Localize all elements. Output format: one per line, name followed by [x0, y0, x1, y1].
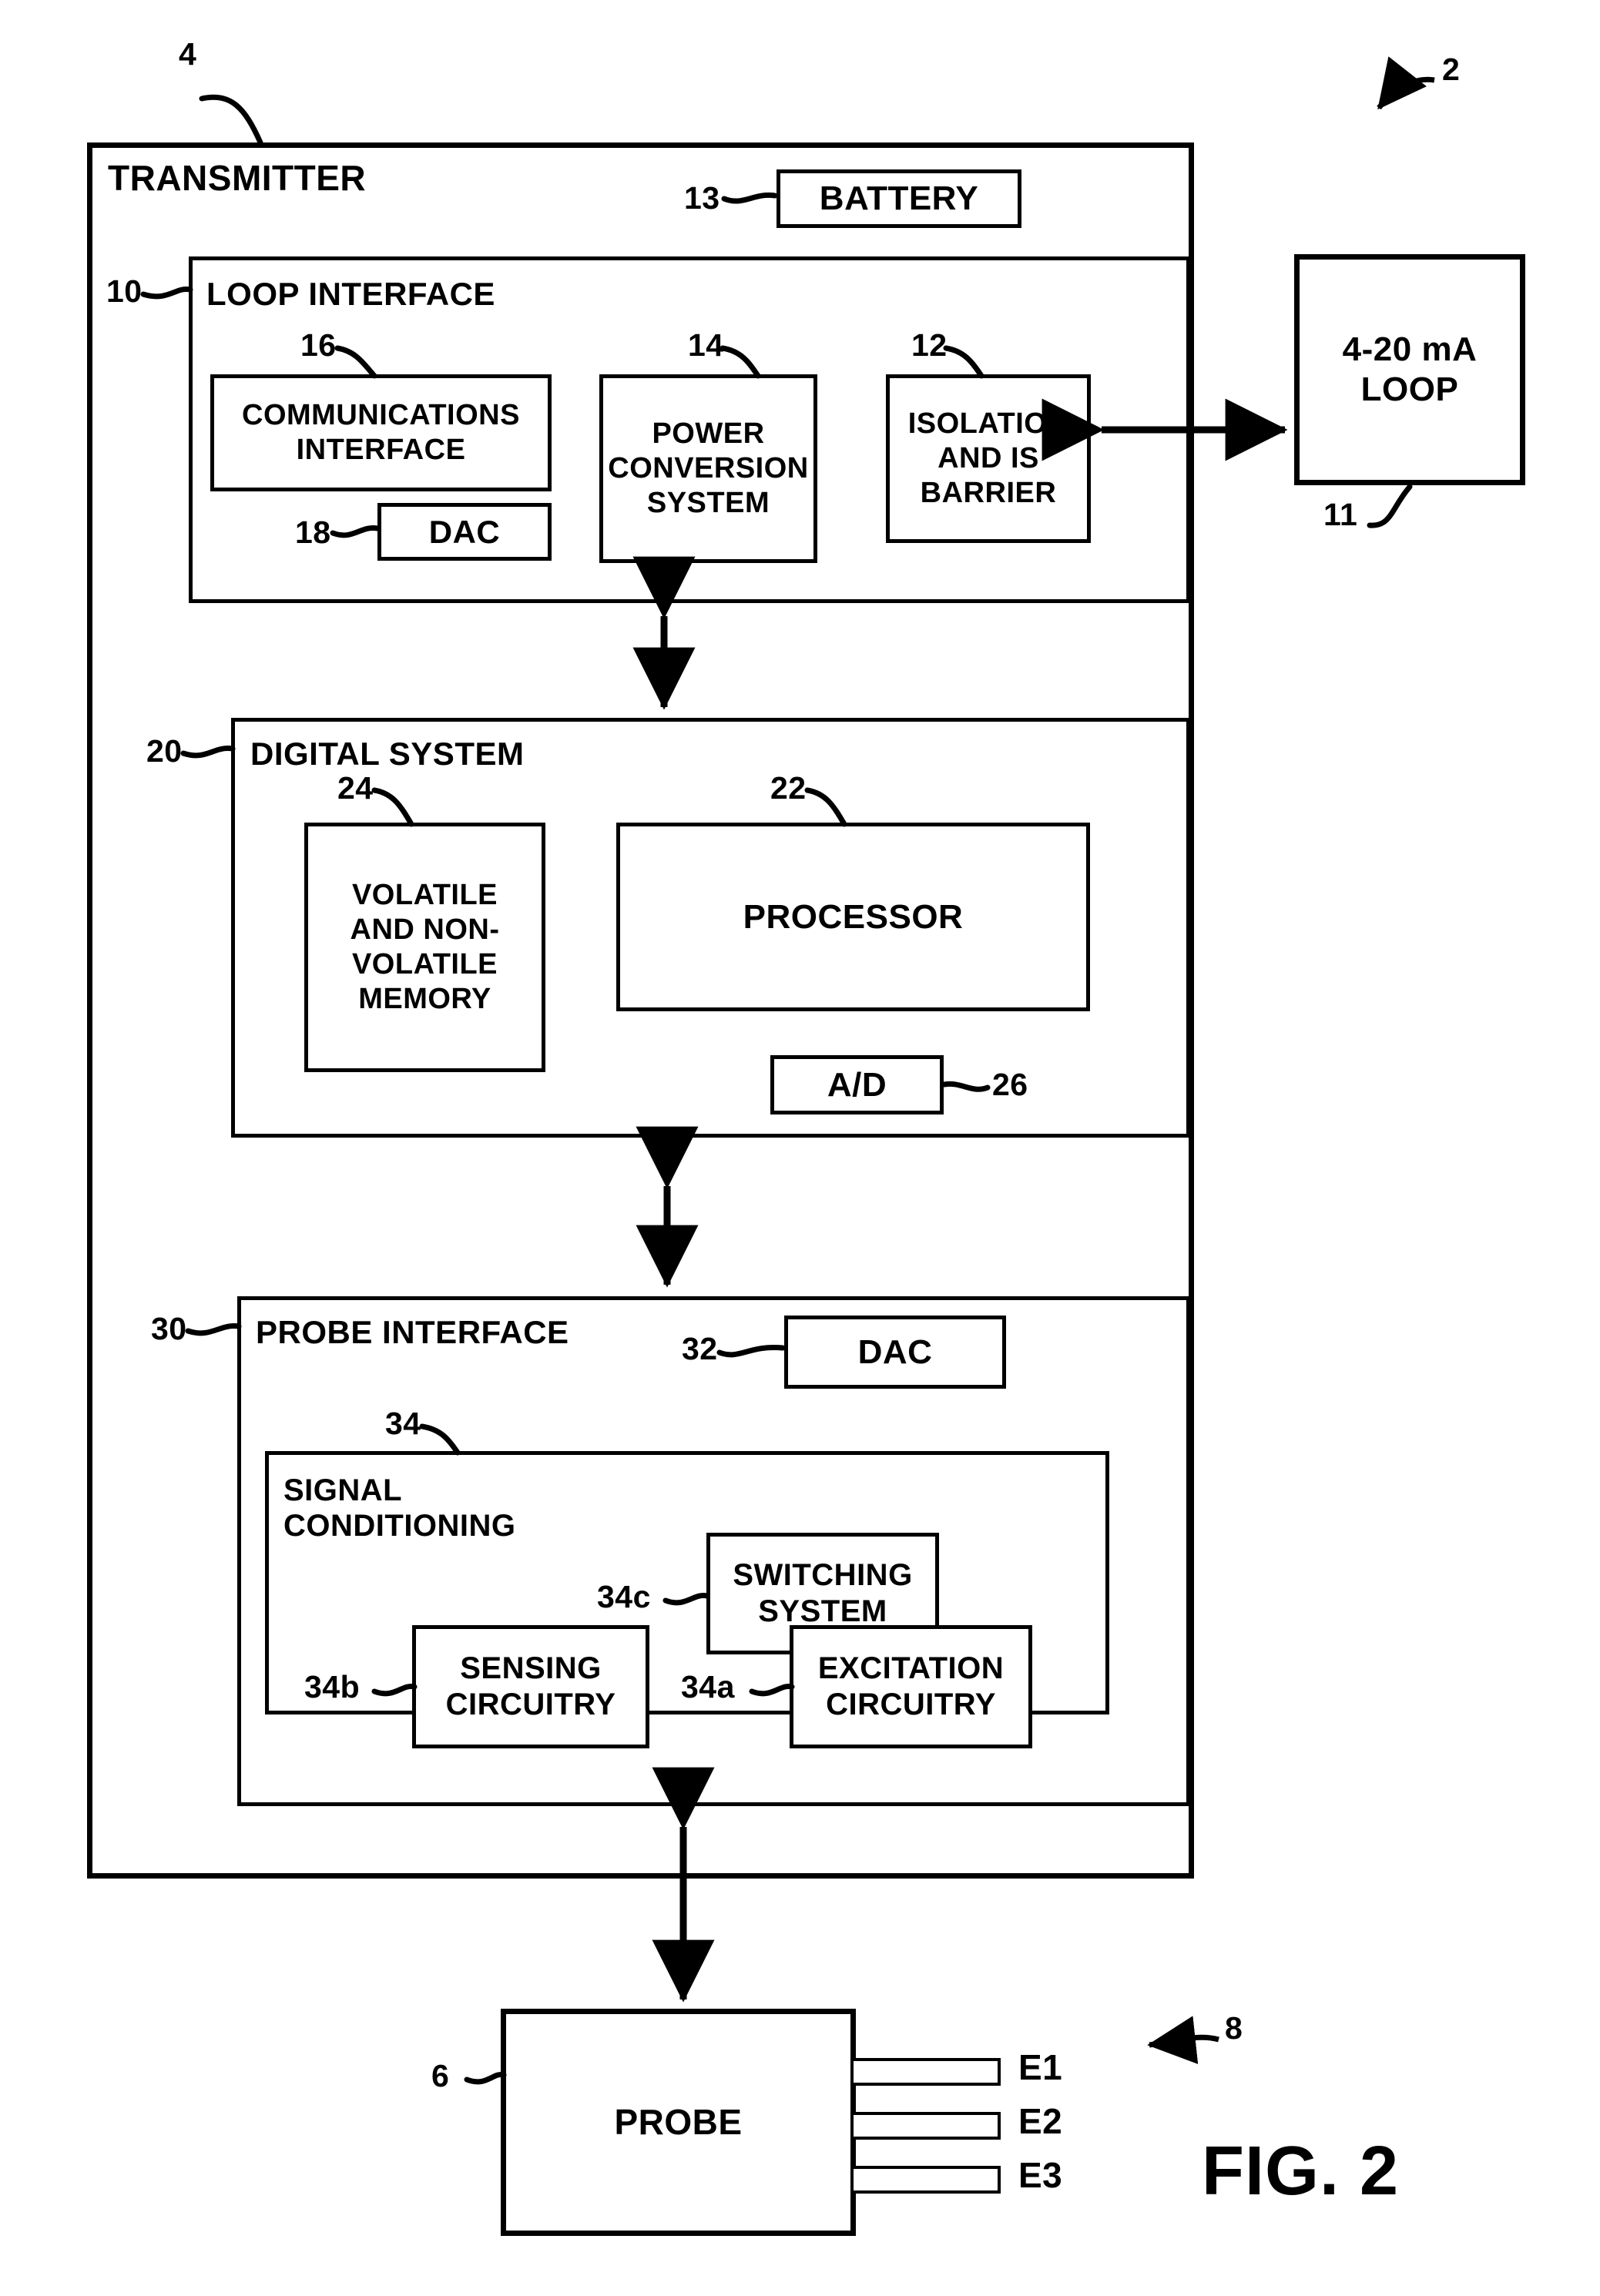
- adc-label: A/D: [827, 1065, 887, 1104]
- ref-26: 26: [992, 1067, 1028, 1102]
- loop-label: 4-20 mA LOOP: [1342, 330, 1478, 408]
- electrode-label-e1: E1: [1018, 2047, 1063, 2087]
- probe-interface-title: PROBE INTERFACE: [256, 1314, 569, 1350]
- figure-label: FIG. 2: [1202, 2133, 1400, 2210]
- ref-18: 18: [295, 515, 331, 550]
- leader-11: [1367, 484, 1413, 528]
- electrode-stub-e2: [850, 2112, 1001, 2140]
- leader-2: [1377, 56, 1435, 110]
- sensing-circuitry-label: SENSING CIRCUITRY: [445, 1651, 616, 1721]
- signal-conditioning-title: SIGNAL CONDITIONING: [283, 1473, 516, 1543]
- electrode-label-e3: E3: [1018, 2155, 1063, 2195]
- battery-label: BATTERY: [819, 179, 979, 218]
- ref-20: 20: [146, 733, 183, 769]
- ref-16: 16: [300, 327, 337, 363]
- ref-8: 8: [1225, 2010, 1243, 2046]
- ref-24: 24: [337, 770, 374, 806]
- leader-8: [1147, 2016, 1219, 2064]
- electrode-stub-e3: [850, 2166, 1001, 2194]
- probe-dac-label: DAC: [857, 1332, 933, 1371]
- ref-34b: 34b: [304, 1669, 361, 1704]
- ref-2: 2: [1442, 52, 1461, 87]
- leader-4: [199, 94, 263, 146]
- power-conversion-label: POWER CONVERSION SYSTEM: [608, 417, 809, 519]
- processor-label: PROCESSOR: [743, 897, 964, 936]
- ref-30: 30: [151, 1311, 187, 1346]
- excitation-circuitry-label: EXCITATION CIRCUITRY: [817, 1651, 1005, 1721]
- loop-interface-title: LOOP INTERFACE: [206, 276, 495, 312]
- ref-13: 13: [684, 180, 720, 216]
- ref-10: 10: [106, 273, 143, 309]
- communications-interface-label: COMMUNICATIONS INTERFACE: [242, 399, 520, 466]
- loop-dac-label: DAC: [428, 513, 501, 550]
- probe-label: PROBE: [614, 2102, 743, 2143]
- digital-system-title: DIGITAL SYSTEM: [250, 736, 525, 772]
- ref-6: 6: [431, 2058, 450, 2093]
- electrode-stub-e1: [850, 2058, 1001, 2086]
- ref-11: 11: [1323, 497, 1358, 532]
- ref-4: 4: [179, 36, 197, 72]
- memory-label: VOLATILE AND NON- VOLATILE MEMORY: [350, 879, 500, 1015]
- patent-figure-page: TRANSMITTER 4 2 BATTERY 13 LOOP INTERFAC…: [0, 0, 1600, 2296]
- ref-12: 12: [911, 327, 948, 363]
- leader-6: [464, 2072, 507, 2085]
- isolation-barrier-label: ISOLATION AND IS BARRIER: [907, 407, 1069, 509]
- transmitter-title: TRANSMITTER: [108, 158, 367, 198]
- ref-34: 34: [385, 1406, 421, 1441]
- ref-32: 32: [682, 1331, 718, 1366]
- ref-22: 22: [770, 770, 807, 806]
- electrode-label-e2: E2: [1018, 2101, 1063, 2141]
- ref-34c: 34c: [597, 1579, 651, 1614]
- ref-14: 14: [688, 327, 724, 363]
- ref-34a: 34a: [681, 1669, 735, 1704]
